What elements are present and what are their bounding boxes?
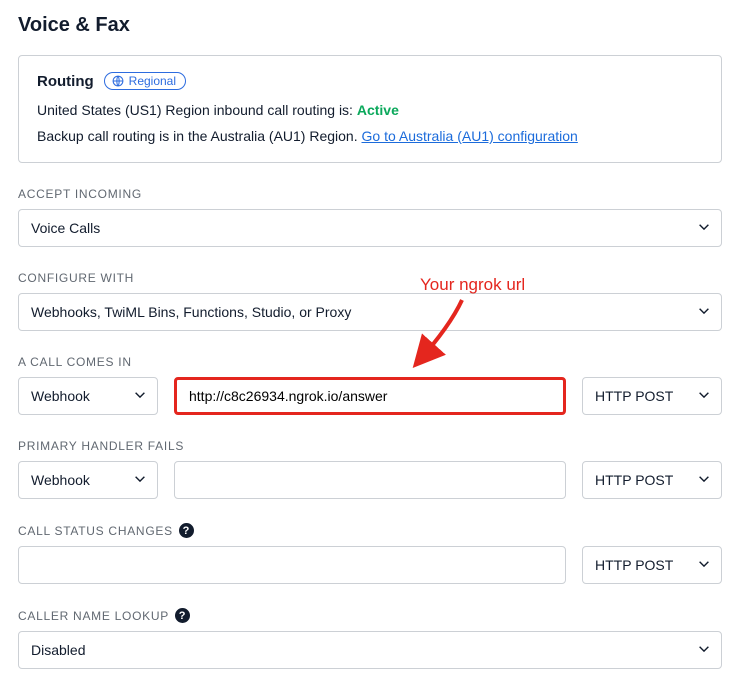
chevron-down-icon <box>697 388 711 405</box>
call-comes-in-handler-select[interactable]: Webhook <box>18 377 158 415</box>
globe-icon <box>112 75 124 87</box>
routing-line1: United States (US1) Region inbound call … <box>37 102 703 118</box>
call-status-url-input[interactable] <box>18 546 566 584</box>
primary-fails-method-select[interactable]: HTTP POST <box>582 461 722 499</box>
chevron-down-icon <box>133 388 147 405</box>
primary-fails-handler-select[interactable]: Webhook <box>18 461 158 499</box>
caller-lookup-select[interactable]: Disabled <box>18 631 722 669</box>
chevron-down-icon <box>697 557 711 574</box>
primary-fails-url-input[interactable] <box>174 461 566 499</box>
configure-with-label: CONFIGURE WITH <box>18 271 722 285</box>
routing-box: Routing Regional United States (US1) Reg… <box>18 55 722 163</box>
routing-status-active: Active <box>357 102 399 118</box>
accept-incoming-label: ACCEPT INCOMING <box>18 187 722 201</box>
routing-label: Routing <box>37 73 94 90</box>
help-icon[interactable]: ? <box>179 523 194 538</box>
regional-badge-text: Regional <box>129 75 176 87</box>
call-status-method-select[interactable]: HTTP POST <box>582 546 722 584</box>
chevron-down-icon <box>697 220 711 237</box>
call-comes-in-label: A CALL COMES IN <box>18 355 722 369</box>
section-title: Voice & Fax <box>18 14 722 37</box>
configure-with-select[interactable]: Webhooks, TwiML Bins, Functions, Studio,… <box>18 293 722 331</box>
help-icon[interactable]: ? <box>175 608 190 623</box>
go-to-au1-link[interactable]: Go to Australia (AU1) configuration <box>362 128 578 144</box>
chevron-down-icon <box>697 472 711 489</box>
call-comes-in-method-select[interactable]: HTTP POST <box>582 377 722 415</box>
call-comes-in-url-input[interactable] <box>174 377 566 415</box>
routing-line2: Backup call routing is in the Australia … <box>37 128 703 144</box>
accept-incoming-select[interactable]: Voice Calls <box>18 209 722 247</box>
primary-fails-label: PRIMARY HANDLER FAILS <box>18 439 722 453</box>
chevron-down-icon <box>697 642 711 659</box>
call-status-label: CALL STATUS CHANGES ? <box>18 523 722 538</box>
caller-lookup-label: CALLER NAME LOOKUP ? <box>18 608 722 623</box>
chevron-down-icon <box>133 472 147 489</box>
chevron-down-icon <box>697 304 711 321</box>
regional-badge: Regional <box>104 72 186 90</box>
